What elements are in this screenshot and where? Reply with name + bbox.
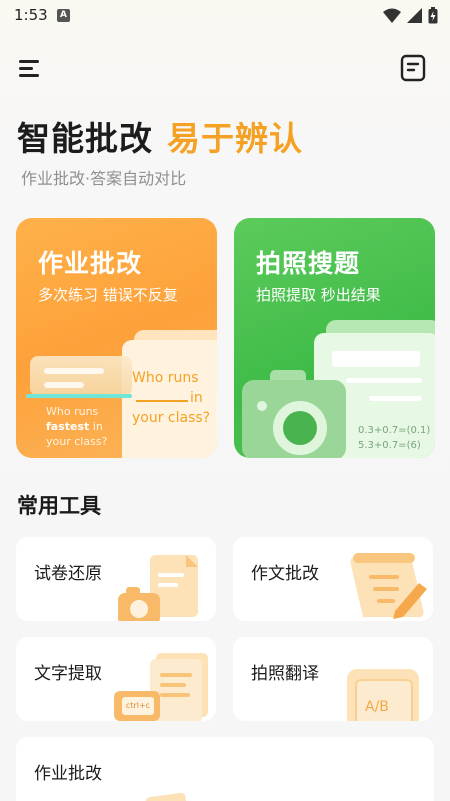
title-accent: 易于辨认 — [167, 119, 303, 158]
tool-label: 试卷还原 — [34, 564, 102, 584]
top-bar — [0, 46, 450, 90]
tool-text-extraction[interactable]: 文字提取 ctrl+c — [16, 637, 216, 721]
tool-label: 作文批改 — [251, 564, 319, 584]
homework-correction-card[interactable]: 作业批改 多次练习 错误不反复 Who runs in your class? … — [16, 218, 217, 458]
title-main: 智能批改 — [17, 119, 153, 158]
card-title: 拍照搜题 — [256, 249, 361, 278]
page-subtitle: 作业批改·答案自动对比 — [21, 169, 187, 188]
scroll-pen-icon — [350, 553, 427, 619]
notification-icon: A — [57, 9, 70, 22]
tool-photo-translate[interactable]: 拍照翻译 A/B — [233, 637, 433, 721]
illustration-small-text: Who runs fastest in your class? — [46, 405, 108, 448]
page-title: 智能批改 易于辨认 — [17, 112, 303, 160]
document-icon[interactable] — [400, 54, 426, 82]
tool-label: 作业批改 — [34, 764, 102, 784]
illustration-text: Who runs in your class? — [132, 370, 211, 426]
homework-icon — [145, 792, 187, 801]
signal-icon — [407, 7, 422, 23]
status-bar: 1:53 A — [0, 0, 450, 32]
photo-search-card[interactable]: 拍照搜题 拍照提取 秒出结果 0.3+0.7=(0.1) 5.3+0.7=(6) — [234, 218, 435, 458]
tool-label: 文字提取 — [34, 664, 102, 684]
tool-label: 拍照翻译 — [251, 664, 319, 684]
status-time: 1:53 — [14, 6, 48, 24]
wifi-icon — [383, 8, 401, 23]
tool-homework-correction[interactable]: 作业批改 — [16, 737, 434, 801]
menu-icon[interactable] — [16, 56, 44, 80]
paper-camera-icon — [118, 555, 198, 621]
tool-exam-restore[interactable]: 试卷还原 — [16, 537, 216, 621]
card-title: 作业批改 — [38, 249, 143, 278]
section-title: 常用工具 — [17, 494, 101, 518]
camera-icon — [242, 370, 346, 458]
card-subtitle: 多次练习 错误不反复 — [38, 286, 178, 304]
tool-essay-correction[interactable]: 作文批改 — [233, 537, 433, 621]
battery-icon — [428, 7, 438, 24]
card-subtitle: 拍照提取 秒出结果 — [256, 286, 381, 304]
illustration-equations: 0.3+0.7=(0.1) 5.3+0.7=(6) — [358, 425, 431, 451]
status-icons — [383, 7, 438, 24]
